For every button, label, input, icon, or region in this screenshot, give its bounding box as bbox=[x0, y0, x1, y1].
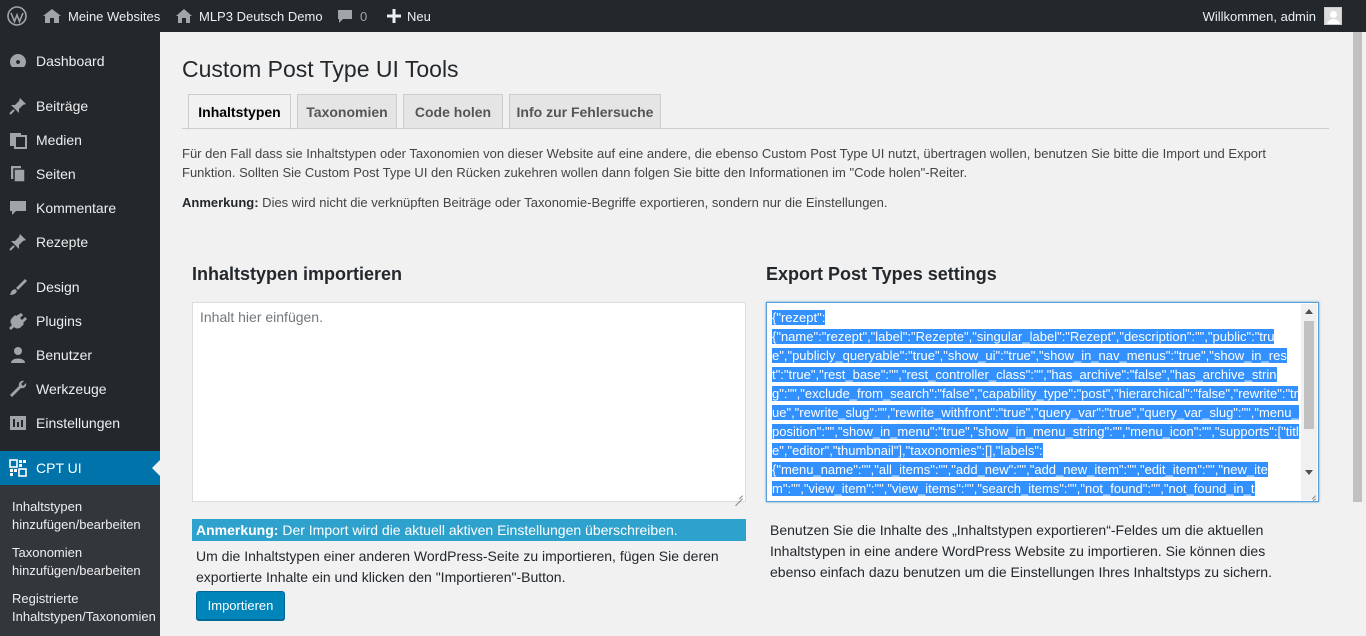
wordpress-logo-icon[interactable] bbox=[7, 0, 27, 32]
warn-label: Anmerkung: bbox=[196, 522, 279, 538]
dashboard-icon bbox=[0, 51, 36, 71]
submenu-add-edit-post-types[interactable]: Inhaltstypen hinzufügen/bearbeiten bbox=[12, 498, 152, 534]
import-heading: Inhaltstypen importieren bbox=[192, 264, 403, 284]
import-placeholder: Inhalt hier einfügen. bbox=[200, 309, 323, 325]
tab-taxonomies[interactable]: Taxonomien bbox=[297, 94, 397, 129]
export-scrollbar[interactable] bbox=[1301, 304, 1317, 500]
resize-handle[interactable] bbox=[1308, 491, 1316, 499]
page-scrollbar[interactable] bbox=[1349, 32, 1366, 636]
menu-label: CPT UI bbox=[36, 460, 82, 476]
import-warning: Anmerkung: Der Import wird die aktuell a… bbox=[192, 519, 746, 541]
menu-label: Dashboard bbox=[36, 53, 105, 69]
menu-tools[interactable]: Werkzeuge bbox=[0, 372, 160, 406]
note-body: Dies wird nicht die verknüpften Beiträge… bbox=[258, 195, 888, 210]
menu-dashboard[interactable]: Dashboard bbox=[0, 44, 160, 78]
export-selected-text: {"rezept": {"name":"rezept","label":"Rez… bbox=[772, 310, 1299, 496]
menu-label: Rezepte bbox=[36, 234, 89, 250]
import-textarea[interactable]: Inhalt hier einfügen. bbox=[192, 302, 746, 502]
new-label: Neu bbox=[407, 8, 431, 24]
export-textarea[interactable]: {"rezept": {"name":"rezept","label":"Rez… bbox=[766, 302, 1319, 502]
scroll-down-icon[interactable] bbox=[1305, 470, 1313, 475]
brush-icon bbox=[0, 277, 36, 297]
menu-label: Kommentare bbox=[36, 200, 117, 216]
import-description: Um die Inhaltstypen einer anderen WordPr… bbox=[196, 548, 719, 585]
tab-debug-info[interactable]: Info zur Fehlersuche bbox=[509, 94, 661, 129]
resize-handle[interactable] bbox=[735, 491, 743, 499]
new-content-menu[interactable]: Neu bbox=[387, 0, 431, 32]
warn-body: Der Import wird die aktuell aktiven Eins… bbox=[278, 522, 678, 538]
tab-divider bbox=[182, 128, 1329, 129]
page-title: Custom Post Type UI Tools bbox=[182, 56, 459, 82]
menu-label: Seiten bbox=[36, 166, 76, 182]
my-sites-label: Meine Websites bbox=[68, 8, 161, 24]
avatar bbox=[1324, 7, 1342, 25]
media-icon bbox=[0, 130, 36, 150]
menu-plugins[interactable]: Plugins bbox=[0, 304, 160, 338]
user-icon bbox=[0, 345, 36, 365]
menu-users[interactable]: Benutzer bbox=[0, 338, 160, 372]
my-sites-menu[interactable]: Meine Websites bbox=[42, 0, 160, 32]
admin-bar: Meine Websites MLP3 Deutsch Demo 0 Neu W… bbox=[0, 0, 1366, 32]
note-label: Anmerkung: bbox=[182, 195, 259, 210]
tab-get-code[interactable]: Code holen bbox=[403, 94, 503, 129]
comments-count: 0 bbox=[360, 8, 368, 24]
menu-label: Plugins bbox=[36, 313, 82, 329]
cpt-ui-submenu: Inhaltstypen hinzufügen/bearbeiten Taxon… bbox=[0, 485, 160, 636]
comment-icon bbox=[0, 198, 36, 218]
tab-post-types[interactable]: Inhaltstypen bbox=[188, 94, 291, 130]
pages-icon bbox=[0, 164, 36, 184]
menu-settings[interactable]: Einstellungen bbox=[0, 406, 160, 440]
menu-posts[interactable]: Beiträge bbox=[0, 89, 160, 123]
menu-recipes[interactable]: Rezepte bbox=[0, 225, 160, 259]
scroll-thumb[interactable] bbox=[1304, 321, 1314, 429]
menu-label: Medien bbox=[36, 132, 82, 148]
comments-menu[interactable]: 0 bbox=[337, 0, 367, 32]
menu-label: Beiträge bbox=[36, 98, 89, 114]
menu-label: Einstellungen bbox=[36, 415, 121, 431]
export-content: {"rezept": {"name":"rezept","label":"Rez… bbox=[772, 308, 1300, 498]
wrench-icon bbox=[0, 379, 36, 399]
plugin-icon bbox=[0, 311, 36, 331]
menu-cpt-ui[interactable]: CPT UI bbox=[0, 451, 160, 485]
submenu-add-edit-taxonomies[interactable]: Taxonomien hinzufügen/bearbeiten bbox=[12, 544, 152, 580]
home-icon bbox=[176, 9, 192, 23]
page-scroll-thumb[interactable] bbox=[1353, 32, 1362, 502]
greeting-label: Willkommen, admin bbox=[1202, 8, 1316, 24]
menu-design[interactable]: Design bbox=[0, 270, 160, 304]
site-name-label: MLP3 Deutsch Demo bbox=[199, 8, 323, 24]
plus-icon bbox=[387, 9, 401, 23]
note-text: Anmerkung: Dies wird nicht die verknüpft… bbox=[182, 195, 888, 210]
site-name-menu[interactable]: MLP3 Deutsch Demo bbox=[175, 0, 323, 32]
menu-label: Design bbox=[36, 279, 80, 295]
home-sites-icon bbox=[43, 9, 61, 23]
export-heading: Export Post Types settings bbox=[766, 264, 997, 284]
import-button[interactable]: Importieren bbox=[196, 591, 285, 620]
settings-icon bbox=[0, 413, 36, 433]
my-account-menu[interactable]: Willkommen, admin bbox=[1203, 0, 1342, 32]
menu-pages[interactable]: Seiten bbox=[0, 157, 160, 191]
pin-icon bbox=[0, 232, 36, 252]
admin-sidebar: Dashboard Beiträge Medien Seiten Komment… bbox=[0, 32, 160, 636]
intro-text: Für den Fall dass sie Inhaltstypen oder … bbox=[182, 146, 1266, 180]
grid-icon bbox=[0, 459, 36, 477]
menu-label: Werkzeuge bbox=[36, 381, 107, 397]
menu-label: Benutzer bbox=[36, 347, 93, 363]
comment-icon bbox=[338, 10, 352, 23]
export-description: Benutzen Sie die Inhalte des „Inhaltstyp… bbox=[770, 522, 1272, 580]
menu-comments[interactable]: Kommentare bbox=[0, 191, 160, 225]
submenu-registered-types[interactable]: Registrierte Inhaltstypen/Taxonomien bbox=[12, 590, 156, 626]
scroll-up-icon[interactable] bbox=[1305, 309, 1313, 314]
menu-media[interactable]: Medien bbox=[0, 123, 160, 157]
pin-icon bbox=[0, 96, 36, 116]
